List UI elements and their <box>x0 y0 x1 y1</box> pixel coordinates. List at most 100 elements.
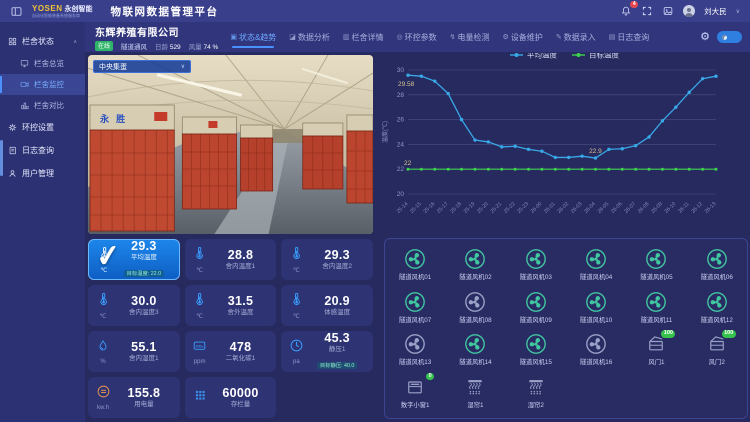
point-label: 22.9 <box>589 148 602 155</box>
device-隧道风机12[interactable]: 隧道风机12 <box>701 291 733 324</box>
metric-label: 平均温度 <box>114 254 174 261</box>
data-point <box>580 154 583 157</box>
sidebar-item-栏舍状态[interactable]: 栏舍状态∧ <box>0 30 85 53</box>
device-隧道风机03[interactable]: 隧道风机03 <box>520 248 552 281</box>
fullscreen-icon[interactable] <box>641 5 653 17</box>
settings-gear-icon[interactable]: ⚙ <box>700 32 710 43</box>
metric-card-二氧化碳1[interactable]: CO₂ppm478二氧化碳1 <box>185 331 277 372</box>
sidebar-item-栏舍监控[interactable]: 栏舍监控 <box>0 74 85 95</box>
fan-icon <box>404 333 426 355</box>
user-name[interactable]: 刘大民 <box>704 6 727 17</box>
tab-环控参数[interactable]: ◎环控参数 <box>397 28 437 47</box>
airflow: 风量 74 % <box>189 41 219 51</box>
metric-label: 二氧化碳1 <box>210 355 272 362</box>
sidebar-item-label: 栏舍监控 <box>34 79 64 90</box>
line-chart-svg: 20222426283025-1425-1525-1625-1725-1825-… <box>378 46 750 234</box>
target-point <box>487 168 490 171</box>
logo-tagline: 自动化智能装备系统服务商 <box>32 14 93 18</box>
fan-icon <box>585 248 607 270</box>
device-label: 风门2 <box>709 357 725 366</box>
point-label: 29.58 <box>398 81 415 88</box>
data-point <box>500 145 503 148</box>
temperature-trend-chart[interactable]: 20222426283025-1425-1525-1625-1725-1825-… <box>378 46 750 234</box>
user-menu-caret-icon[interactable]: ∨ <box>736 8 740 15</box>
tab-设备维护[interactable]: ⚙设备维护 <box>503 28 543 47</box>
metric-card-舍内温度2[interactable]: ℃29.3舍内温度2 <box>281 239 373 280</box>
metric-card-平均温度[interactable]: ℃29.3平均温度目标温度: 22.0✓ <box>88 239 180 280</box>
device-数字小窗1[interactable]: 0数字小窗1 <box>401 376 430 409</box>
notifications-bell-icon[interactable]: 4 <box>620 5 632 17</box>
metric-label: 体感温度 <box>306 309 368 316</box>
x-tick-label: 26-08 <box>637 201 651 215</box>
sidebar-scrollbar[interactable] <box>0 140 3 176</box>
device-湿帘2[interactable]: 湿帘2 <box>525 376 547 409</box>
device-隧道风机14[interactable]: 隧道风机14 <box>459 333 491 366</box>
device-隧道风机16[interactable]: 隧道风机16 <box>580 333 612 366</box>
x-tick-label: 25-20 <box>476 201 490 215</box>
device-隧道风机10[interactable]: 隧道风机10 <box>580 291 612 324</box>
device-label: 隧道风机05 <box>640 272 672 281</box>
device-隧道风机05[interactable]: 隧道风机05 <box>640 248 672 281</box>
sidebar-item-栏舍对比[interactable]: 栏舍对比 <box>0 95 85 116</box>
metric-card-舍内温度3[interactable]: ℃30.0舍内温度3 <box>88 285 180 326</box>
collapse-sidebar-icon[interactable] <box>10 5 22 17</box>
device-隧道风机13[interactable]: 隧道风机13 <box>399 333 431 366</box>
gauge-icon <box>289 338 304 358</box>
tab-日志查询[interactable]: ▤日志查询 <box>609 28 650 47</box>
sidebar-item-label: 环控设置 <box>22 122 54 133</box>
device-隧道风机11[interactable]: 隧道风机11 <box>641 291 673 324</box>
device-label: 隧道风机13 <box>399 357 431 366</box>
device-隧道风机15[interactable]: 隧道风机15 <box>520 333 552 366</box>
x-tick-label: 26-03 <box>570 201 584 215</box>
metric-card-舍内湿度1[interactable]: %55.1舍内湿度1 <box>88 331 180 372</box>
sidebar-item-环控设置[interactable]: 环控设置 <box>0 116 85 139</box>
tab-数据录入[interactable]: ✎数据录入 <box>556 28 596 47</box>
gear-icon <box>8 123 17 132</box>
avatar[interactable] <box>683 5 695 17</box>
metric-card-静压1[interactable]: pa45.3静压1目标静压: 40.0 <box>281 331 373 372</box>
tab-状态&趋势[interactable]: ▣状态&趋势 <box>230 28 276 47</box>
metric-card-体感温度[interactable]: ℃20.9体感温度 <box>281 285 373 326</box>
data-point <box>540 150 543 153</box>
legend-marker-dot <box>577 53 581 57</box>
device-风门2[interactable]: 100风门2 <box>706 333 728 366</box>
device-湿帘1[interactable]: 湿帘1 <box>464 376 486 409</box>
device-隧道风机06[interactable]: 隧道风机06 <box>701 248 733 281</box>
x-tick-label: 26-02 <box>556 201 570 215</box>
device-隧道风机04[interactable]: 隧道风机04 <box>580 248 612 281</box>
fan-icon <box>525 248 547 270</box>
metric-card-用电量[interactable]: kw.h155.8用电量 <box>88 377 180 418</box>
device-隧道风机08[interactable]: 隧道风机08 <box>459 291 491 324</box>
device-label: 隧道风机12 <box>701 315 733 324</box>
device-风门1[interactable]: 100风门1 <box>645 333 667 366</box>
target-point <box>514 168 517 171</box>
metric-card-舍外温度[interactable]: ℃31.5舍外温度 <box>185 285 277 326</box>
target-point <box>581 168 584 171</box>
sidebar-item-日志查询[interactable]: 日志查询 <box>0 139 85 162</box>
sidebar-item-用户管理[interactable]: 用户管理 <box>0 162 85 185</box>
target-point <box>621 168 624 171</box>
metric-card-舍内温度1[interactable]: ℃28.8舍内温度1 <box>185 239 277 280</box>
device-隧道风机07[interactable]: 隧道风机07 <box>399 291 431 324</box>
target-point <box>473 168 476 171</box>
metric-unit: ℃ <box>196 313 203 320</box>
tab-数据分析[interactable]: ◪数据分析 <box>289 28 330 47</box>
sidebar-item-栏舍总览[interactable]: 栏舍总览 <box>0 53 85 74</box>
device-隧道风机01[interactable]: 隧道风机01 <box>399 248 431 281</box>
mode-toggle[interactable] <box>717 31 742 43</box>
chevron-up-icon: ∧ <box>73 39 77 45</box>
curtain-icon <box>525 376 547 398</box>
x-tick-label: 26-10 <box>664 201 678 215</box>
device-隧道风机02[interactable]: 隧道风机02 <box>459 248 491 281</box>
tab-电量检测[interactable]: ↯电量检测 <box>450 28 490 47</box>
env-icon: ◎ <box>397 33 403 41</box>
grid-icon <box>8 37 17 46</box>
online-status-badge: 在线 <box>95 41 113 51</box>
device-label: 隧道风机04 <box>580 272 612 281</box>
metric-card-存栏量[interactable]: 60000存栏量 <box>185 377 277 418</box>
device-label: 隧道风机11 <box>641 315 673 324</box>
camera-selector-dropdown[interactable]: 中央集蛋 ∨ <box>93 60 191 73</box>
tab-栏舍详情[interactable]: ▥栏舍详情 <box>343 28 384 47</box>
screenshot-icon[interactable] <box>662 5 674 17</box>
device-隧道风机09[interactable]: 隧道风机09 <box>520 291 552 324</box>
